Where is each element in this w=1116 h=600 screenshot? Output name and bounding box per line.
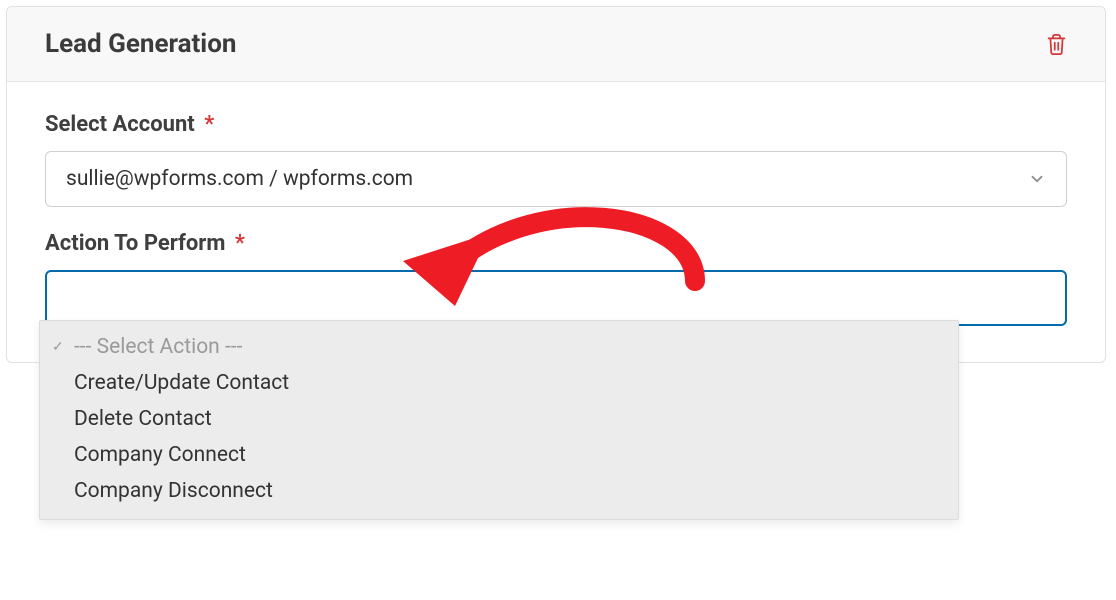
dropdown-option-delete-contact[interactable]: Delete Contact (40, 401, 958, 437)
option-label: Company Connect (74, 443, 246, 467)
placeholder-text: --- Select Action --- (74, 335, 242, 359)
lead-generation-panel: Lead Generation Select Account * sullie@… (6, 6, 1106, 363)
select-account-value: sullie@wpforms.com / wpforms.com (66, 167, 1028, 191)
action-to-perform-label: Action To Perform * (45, 231, 1067, 256)
dropdown-option-company-connect[interactable]: Company Connect (40, 437, 958, 473)
label-text: Action To Perform (45, 231, 225, 256)
panel-header: Lead Generation (7, 7, 1105, 82)
chevron-down-icon (1028, 170, 1046, 188)
action-dropdown-list: ✓ --- Select Action --- Create/Update Co… (39, 320, 959, 520)
delete-button[interactable] (1046, 33, 1067, 56)
dropdown-placeholder: ✓ --- Select Action --- (40, 329, 958, 365)
required-mark: * (204, 112, 214, 137)
option-label: Company Disconnect (74, 479, 273, 503)
select-account-field: Select Account * sullie@wpforms.com / wp… (45, 112, 1067, 207)
check-icon: ✓ (52, 339, 64, 355)
panel-body: Select Account * sullie@wpforms.com / wp… (7, 82, 1105, 362)
option-label: Delete Contact (74, 407, 212, 431)
select-account-dropdown[interactable]: sullie@wpforms.com / wpforms.com (45, 151, 1067, 207)
required-mark: * (235, 231, 245, 256)
dropdown-option-company-disconnect[interactable]: Company Disconnect (40, 473, 958, 509)
trash-icon (1046, 33, 1067, 56)
action-to-perform-dropdown[interactable]: ✓ --- Select Action --- Create/Update Co… (45, 270, 1067, 326)
dropdown-option-create-update-contact[interactable]: Create/Update Contact (40, 365, 958, 401)
option-label: Create/Update Contact (74, 371, 289, 395)
action-to-perform-field: Action To Perform * ✓ --- Select Action … (45, 231, 1067, 326)
select-account-label: Select Account * (45, 112, 1067, 137)
panel-title: Lead Generation (45, 29, 236, 59)
label-text: Select Account (45, 112, 195, 137)
